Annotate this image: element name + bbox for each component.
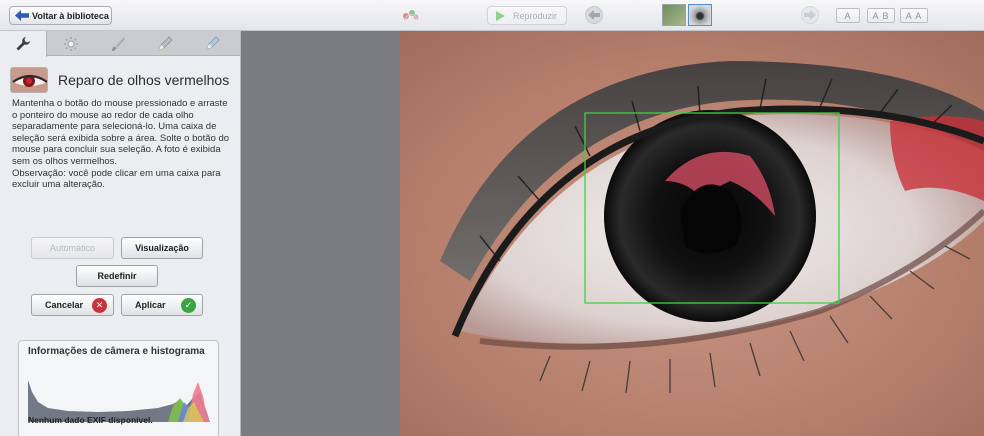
- edit-tabs: [0, 31, 240, 57]
- no-exif-text: Nenhum dado EXIF disponível.: [28, 415, 153, 425]
- previous-arrow-icon[interactable]: [584, 6, 604, 24]
- canvas-background: [241, 31, 400, 436]
- brush-icon: [111, 36, 125, 51]
- preview-button[interactable]: Visualização: [121, 237, 203, 259]
- tab-more-effects[interactable]: [141, 31, 188, 56]
- thumbnail-current[interactable]: [688, 4, 712, 26]
- back-to-library-label: Voltar à biblioteca: [32, 10, 109, 21]
- tab-text[interactable]: [188, 31, 235, 56]
- apply-button[interactable]: Aplicar ✓: [121, 294, 203, 316]
- view-single-button[interactable]: A: [836, 8, 860, 23]
- view-side-by-side-button[interactable]: A A: [900, 8, 928, 23]
- auto-button[interactable]: Automático: [31, 237, 114, 259]
- apply-check-icon: ✓: [181, 298, 196, 313]
- wrench-icon: [16, 37, 30, 51]
- camera-info-histogram: Informações de câmera e histograma Nenhu…: [18, 340, 219, 436]
- apply-label: Aplicar: [135, 300, 166, 310]
- tool-title: Reparo de olhos vermelhos: [58, 72, 230, 88]
- pencil-eraser-icon: [157, 35, 173, 51]
- tab-effects[interactable]: [94, 31, 141, 56]
- tab-fixes[interactable]: [0, 31, 47, 57]
- play-label: Reproduzir: [513, 10, 558, 21]
- histogram: [28, 380, 210, 422]
- info-title: Informações de câmera e histograma: [28, 346, 205, 357]
- cancel-label: Cancelar: [45, 300, 84, 310]
- back-to-library-button[interactable]: Voltar à biblioteca: [9, 6, 112, 25]
- instructions-note: Observação: você pode clicar em uma caix…: [12, 167, 221, 191]
- next-arrow-icon[interactable]: [800, 6, 820, 24]
- instructions-body: Mantenha o botão do mouse pressionado e …: [12, 98, 230, 167]
- play-slideshow-button[interactable]: Reproduzir: [487, 6, 567, 25]
- reset-button[interactable]: Redefinir: [76, 265, 158, 287]
- pen-icon: [205, 35, 220, 50]
- back-arrow-icon: [15, 10, 29, 21]
- view-split-button[interactable]: A B: [867, 8, 895, 23]
- cancel-x-icon: ✕: [92, 298, 107, 313]
- red-eye-thumbnail: [10, 67, 48, 93]
- tab-tuning[interactable]: [47, 31, 94, 56]
- tool-header: Reparo de olhos vermelhos: [10, 67, 229, 93]
- cancel-button[interactable]: Cancelar ✕: [31, 294, 114, 316]
- photo-canvas[interactable]: [400, 31, 984, 436]
- edit-panel: Reparo de olhos vermelhos Mantenha o bot…: [0, 31, 241, 436]
- sun-icon: [63, 36, 78, 51]
- top-toolbar: Voltar à biblioteca Reproduzir A A B A A: [0, 0, 984, 31]
- play-icon: [496, 10, 505, 21]
- sparkle-effects-icon[interactable]: [400, 6, 422, 24]
- instructions-text: Mantenha o botão do mouse pressionado e …: [12, 98, 230, 191]
- thumbnail-original[interactable]: [662, 4, 686, 26]
